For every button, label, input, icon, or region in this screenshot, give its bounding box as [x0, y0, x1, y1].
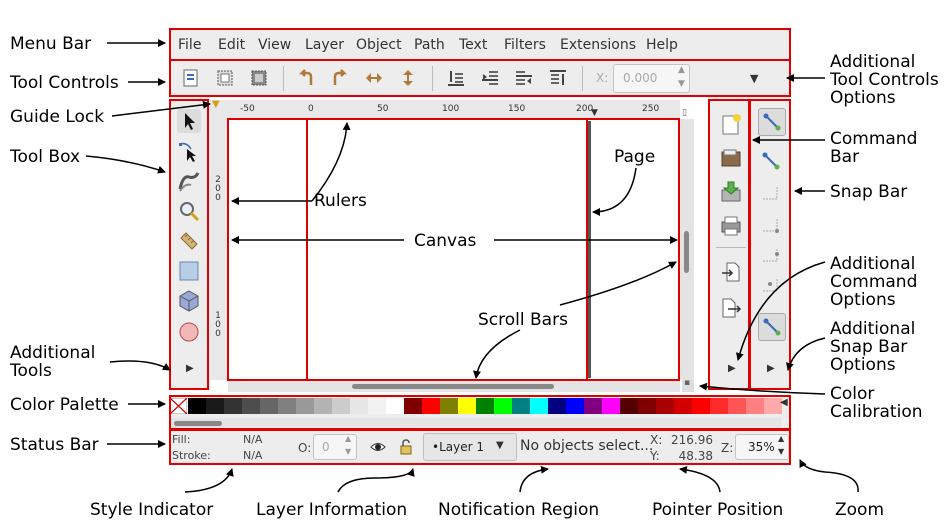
ruler-v-label: 100	[215, 311, 221, 339]
color-calibration-icon: ▪	[684, 378, 691, 388]
label-page: Page	[614, 147, 656, 167]
command-bar-highlight	[708, 99, 750, 390]
label-rulers: Rulers	[314, 191, 367, 211]
ruler-canvas-highlight	[227, 118, 308, 381]
ruler-tick-label: 150	[508, 104, 526, 114]
color-palette-highlight	[169, 395, 791, 430]
label-scroll-bars: Scroll Bars	[478, 310, 568, 330]
ruler-v-label: 200	[215, 175, 221, 203]
tool-box-highlight	[169, 99, 209, 390]
label-style-indicator: Style Indicator	[90, 500, 214, 520]
ruler-tick-label: 250	[642, 104, 660, 114]
color-calibration-button[interactable]: ▪	[682, 378, 694, 392]
menu-bar-highlight	[169, 28, 791, 61]
guide-lock-corner[interactable]: ▼	[210, 99, 228, 119]
label-command-bar: Command Bar	[830, 129, 918, 167]
ruler-end-icon: ▯	[682, 108, 687, 118]
ruler-tick-label: 100	[442, 104, 460, 114]
ruler-tick-label: -50	[240, 104, 255, 114]
label-color-palette: Color Palette	[10, 395, 119, 415]
label-additional-tools: Additional Tools	[10, 343, 96, 381]
ruler-tick-label: 0	[308, 104, 314, 114]
vertical-scrollbar[interactable]	[680, 119, 694, 380]
label-notification-region: Notification Region	[438, 500, 600, 520]
label-menu-bar: Menu Bar	[10, 34, 92, 54]
tool-controls-highlight	[169, 59, 791, 97]
label-tool-box: Tool Box	[10, 147, 81, 167]
label-snap-bar: Snap Bar	[830, 182, 908, 202]
ruler-tick-label: 50	[377, 104, 389, 114]
label-additional-snap-options: Additional Snap Bar Options	[830, 319, 916, 375]
label-tool-controls: Tool Controls	[10, 73, 119, 93]
label-layer-information: Layer Information	[256, 500, 408, 520]
status-bar-highlight	[169, 429, 791, 465]
horizontal-scroll-thumb[interactable]	[352, 384, 554, 389]
guide-lock-icon[interactable]: ▼	[212, 99, 220, 110]
label-additional-tool-controls: Additional Tool Controls Options	[830, 52, 939, 108]
ruler-pointer-icon: ▼	[591, 108, 598, 118]
label-status-bar: Status Bar	[10, 435, 99, 455]
label-zoom: Zoom	[835, 500, 885, 520]
label-color-calibration: Color Calibration	[830, 384, 923, 422]
horizontal-scrollbar[interactable]	[228, 380, 680, 392]
label-guide-lock: Guide Lock	[10, 107, 105, 127]
label-canvas: Canvas	[410, 232, 481, 250]
vertical-scroll-thumb[interactable]	[684, 231, 689, 273]
label-additional-command-options: Additional Command Options	[830, 254, 918, 310]
label-pointer-position: Pointer Position	[652, 500, 784, 520]
snap-bar-highlight	[749, 99, 791, 390]
